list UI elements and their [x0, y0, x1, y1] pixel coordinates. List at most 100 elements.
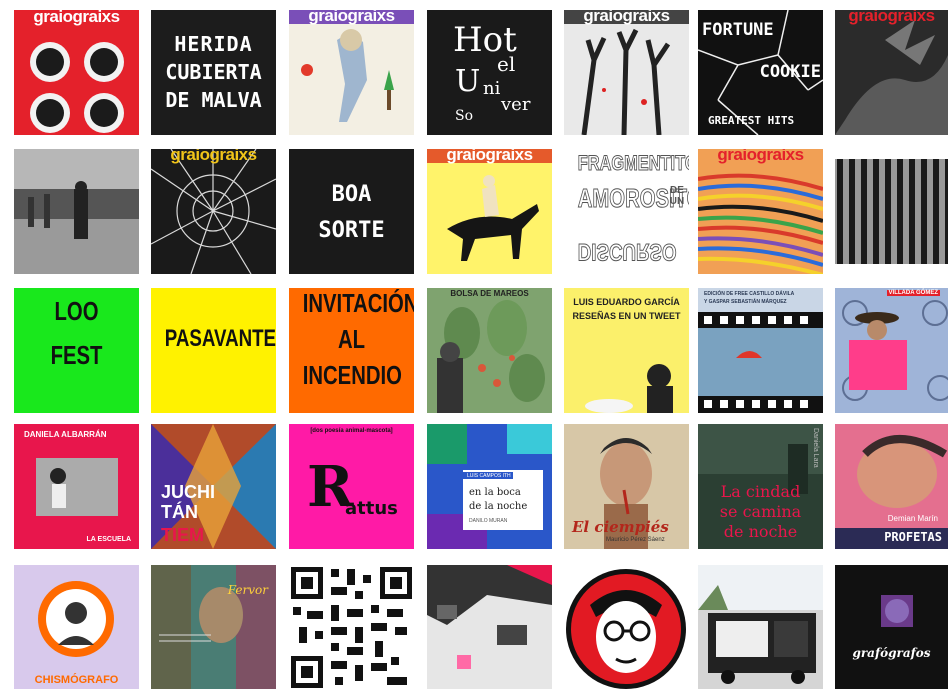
title-line-1: LA ESCUELA — [86, 536, 131, 543]
author-name: VILLADA GÓMEZ — [886, 290, 940, 296]
cover-loo-fest[interactable]: LOO FEST — [14, 288, 139, 413]
cover-boa-sorte[interactable]: BOA SORTE — [289, 149, 414, 274]
cover-art — [14, 149, 139, 274]
title-line-1: PROFETAS — [884, 530, 942, 544]
cover-graiograixs-stripes[interactable]: graiograixs — [698, 149, 823, 274]
cover-fortune-cookie[interactable]: FORTUNE COOKIE GREATEST HITS — [698, 10, 823, 135]
title-part: ni — [483, 78, 501, 99]
title-line-1: CHISMÓGRAFO — [34, 674, 119, 686]
title-line-1: BOLSA DE MAREOS — [450, 289, 529, 298]
cover-art — [835, 288, 948, 413]
brand-logo: graiograixs — [446, 149, 533, 164]
cover-graiograixs-4[interactable]: graiograixs — [835, 10, 948, 135]
cover-art — [151, 149, 276, 274]
title-part: U — [455, 64, 481, 99]
cover-juchitan-tiem[interactable]: JUCHI TÁN TIEM — [151, 424, 276, 549]
cover-art — [835, 149, 948, 274]
title-line-2: se camina — [719, 502, 802, 521]
title-line-3: INCENDIO — [302, 360, 402, 390]
cover-fervor[interactable]: Fervor — [151, 565, 276, 689]
qr-code-icon — [289, 565, 414, 689]
cover-resenas-en-un-tweet[interactable]: LUIS EDUARDO GARCÍA RESEÑAS EN UN TWEET — [564, 288, 689, 413]
brand-logo: grafógrafos — [852, 646, 931, 660]
cover-art — [14, 565, 139, 689]
cover-pasavante[interactable]: PASAVANTE — [151, 288, 276, 413]
cover-chismografo[interactable]: CHISMÓGRAFO — [14, 565, 139, 689]
title-line-3: DE UN — [669, 185, 685, 207]
title-line-1: Fervor — [227, 583, 268, 597]
cover-art — [698, 565, 823, 689]
cover-art — [289, 10, 414, 135]
title-line-2: CUBIERTA — [165, 60, 262, 84]
cover-hotel-universo[interactable]: Hot el U ni ver So — [427, 10, 552, 135]
cover-art — [427, 149, 552, 274]
title-line-1: INVITACIÓN — [302, 288, 414, 318]
author-name: Daniela Lara — [812, 428, 819, 468]
cover-art — [427, 288, 552, 413]
cover-abstract-shapes[interactable] — [427, 565, 552, 689]
author-name: Demian Marín — [887, 514, 938, 523]
subtitle: [dos poesía animal-mascota] — [310, 428, 393, 434]
author-name: LUIS CAMPOS ITH — [467, 473, 511, 479]
cover-portrait-glasses[interactable] — [564, 565, 689, 689]
title-line-2: AL — [337, 324, 366, 354]
cover-photo-truck[interactable] — [698, 565, 823, 689]
title-line-2: de la noche — [469, 501, 528, 512]
cover-el-ciempies[interactable]: El ciempiés Mauricio Pérez Sáenz — [564, 424, 689, 549]
cover-rattus[interactable]: [dos poesía animal-mascota] R attus — [289, 424, 414, 549]
title-line-2: COOKIE — [759, 62, 821, 82]
brand-logo: graiograixs — [583, 10, 670, 25]
title-line-2: SORTE — [318, 218, 385, 243]
title-rest: attus — [345, 498, 398, 519]
brand-logo: graiograixs — [848, 10, 935, 25]
cover-art — [835, 565, 948, 689]
cover-herida-cubierta-de-malva[interactable]: HERIDA CUBIERTA DE MALVA — [151, 10, 276, 135]
title-line-1: RESEÑAS EN UN TWEET — [572, 311, 681, 321]
author-name: Mauricio Pérez Sáenz — [606, 537, 665, 543]
cover-profetas[interactable]: Demian Marín PROFETAS — [835, 424, 948, 549]
title-line-1: La cindad — [720, 482, 801, 501]
cover-art — [698, 149, 823, 274]
cover-art — [14, 10, 139, 135]
title-line-1: BOA — [331, 182, 372, 207]
cover-invitacion-al-incendio[interactable]: INVITACIÓN AL INCENDIO — [289, 288, 414, 413]
cover-art — [564, 10, 689, 135]
cover-fragmentitos-amorosito[interactable]: FRAGMENTITOS AMOROSITO DE UN DISCURSO — [564, 149, 689, 274]
cover-la-ciudad-se-camina-de-noche[interactable]: Daniela Lara La cindad se camina de noch… — [698, 424, 823, 549]
brand-logo: graiograixs — [33, 10, 120, 26]
title-part: So — [455, 108, 474, 124]
cover-art — [698, 288, 823, 413]
title-line-1: El ciempiés — [572, 518, 669, 536]
cover-villada-gomez[interactable]: VILLADA GÓMEZ — [835, 288, 948, 413]
title-line-1: JUCHI — [161, 482, 216, 502]
title-line-1: HERIDA — [174, 32, 253, 56]
cover-graiograixs-1[interactable]: graiograixs — [14, 10, 139, 135]
title-line-3: GREATEST HITS — [708, 114, 795, 127]
cover-en-la-boca-de-la-noche[interactable]: LUIS CAMPOS ITH en la boca de la noche D… — [427, 424, 552, 549]
title-line-1: FRAGMENTITOS — [577, 152, 689, 175]
cover-la-escuela[interactable]: DANIELA ALBARRÁN LA ESCUELA — [14, 424, 139, 549]
editor-name: DANILO MURAN — [469, 518, 508, 524]
brand-logo: graiograixs — [717, 149, 804, 164]
brand-logo: graiograixs — [308, 10, 395, 25]
title-line-3: de noche — [723, 522, 798, 541]
title-line-1: PASAVANTE — [164, 325, 276, 352]
title-line-4: DISCURSO — [577, 238, 677, 266]
cover-graiograixs-3[interactable]: graiograixs — [564, 10, 689, 135]
cover-art — [427, 565, 552, 689]
cover-qr-code[interactable] — [289, 565, 414, 689]
cover-graiograixs-horse[interactable]: graiograixs — [427, 149, 552, 274]
cover-photo-crowd[interactable] — [14, 149, 139, 274]
cover-graiograixs-5[interactable]: graiograixs — [151, 149, 276, 274]
book-cover-gallery: graiograixs HERIDA CUBIERTA DE MALVA gra… — [0, 0, 948, 689]
title-line-2: FEST — [50, 340, 103, 370]
cover-film-strip[interactable]: EDICIÓN DE FREE CASTILLO DÁVILA Y GASPAR… — [698, 288, 823, 413]
cover-bolsa-de-mareos[interactable]: BOLSA DE MAREOS — [427, 288, 552, 413]
cover-graiograixs-2[interactable]: graiograixs — [289, 10, 414, 135]
author-name: DANIELA ALBARRÁN — [24, 430, 107, 439]
title-line-2: AMOROSITO — [577, 183, 689, 213]
cover-grafografos[interactable]: grafógrafos — [835, 565, 948, 689]
cover-op-art[interactable] — [835, 149, 948, 274]
title-line-3: TIEM — [161, 525, 204, 545]
title-part: ver — [501, 94, 531, 115]
